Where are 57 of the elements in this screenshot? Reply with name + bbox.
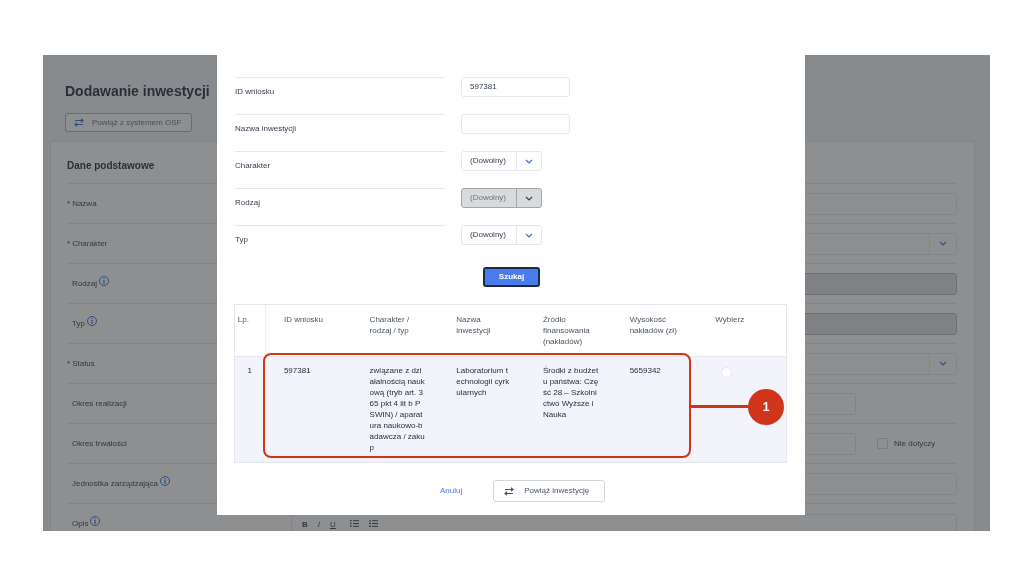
- field-label: Nazwa: [72, 197, 97, 210]
- column-header: Wysokość nakładów (zł): [629, 314, 678, 336]
- bulleted-list-icon[interactable]: [349, 520, 359, 527]
- chevron-down-icon: [525, 232, 533, 238]
- field-label: Rodzaj: [72, 277, 97, 290]
- link-investment-button[interactable]: Powiąż inwestycję: [493, 480, 606, 502]
- column-header: Lp.: [237, 314, 249, 325]
- page-title: Dodawanie inwestycji: [65, 82, 210, 101]
- column-header: Charakter / rodzaj / typ: [369, 314, 411, 336]
- checkbox-label: Nie dotyczy: [894, 437, 936, 450]
- required-marker: *: [67, 237, 71, 250]
- text-editor[interactable]: B I U: [291, 514, 957, 531]
- format-button[interactable]: U: [330, 519, 336, 531]
- chevron-down-icon: [939, 241, 947, 246]
- table-cell-text: Laboratorium technologii cyrkularnych: [456, 365, 511, 398]
- required-marker: *: [67, 357, 71, 370]
- cancel-link[interactable]: Anuluj: [440, 485, 463, 497]
- chevron-down-icon: [939, 361, 947, 366]
- leader-line: [691, 405, 749, 408]
- column-header: Źródło finansowania (nakładów): [543, 314, 591, 347]
- table-cell: 597381: [283, 365, 311, 376]
- numbered-list-icon[interactable]: [368, 520, 378, 527]
- field-label: Status: [72, 357, 95, 370]
- swap-icon: [74, 118, 84, 127]
- text-field[interactable]: [461, 114, 570, 134]
- table-cell: Środki z budżetu państwa: Część 28 – Szkolnictwo Wyższe i Nauka: [542, 365, 599, 420]
- search-button[interactable]: Szukaj: [483, 267, 540, 287]
- field-label: Typ: [72, 317, 85, 330]
- radio-button[interactable]: [721, 367, 733, 378]
- field-label: Jednostka zarządzająca: [72, 477, 158, 490]
- table-row[interactable]: [235, 356, 786, 462]
- field-label: Charakter: [72, 237, 108, 250]
- column-header: Nazwa inwestycji: [456, 314, 492, 336]
- section-title: Dane podstawowe: [67, 159, 155, 173]
- filter-label: ID wniosku: [235, 87, 275, 96]
- dropdown[interactable]: (Dowolny): [461, 225, 542, 245]
- swap-icon: [504, 486, 515, 496]
- required-marker: *: [67, 197, 71, 210]
- field-label: Opis: [72, 518, 89, 530]
- filter-label: Charakter: [235, 161, 271, 170]
- table-cell: związane z działalnością naukową (tryb art. 365 pkt 4 lit b PSWIN) / aparatura naukowo-badawcza / zakup: [369, 365, 426, 453]
- filter-label: Nazwa inwestycji: [235, 124, 296, 133]
- dropdown[interactable]: (Dowolny): [461, 151, 542, 171]
- filter-label: Rodzaj: [235, 198, 260, 207]
- format-button[interactable]: B: [302, 519, 308, 531]
- column-header: ID wniosku: [283, 314, 324, 325]
- column-header: Wybierz: [715, 314, 745, 325]
- dropdown: (Dowolny): [461, 188, 542, 208]
- table-cell: 5659342: [629, 365, 661, 376]
- filter-label: Typ: [235, 235, 248, 244]
- field-label: Okres realizacji: [72, 397, 127, 410]
- text-field[interactable]: 597381: [461, 77, 570, 97]
- field-label: Okres trwałości: [72, 437, 127, 450]
- chevron-down-icon: [525, 195, 533, 201]
- table-cell: 1: [247, 365, 252, 376]
- chevron-down-icon: [525, 158, 533, 164]
- format-button[interactable]: I: [317, 519, 320, 531]
